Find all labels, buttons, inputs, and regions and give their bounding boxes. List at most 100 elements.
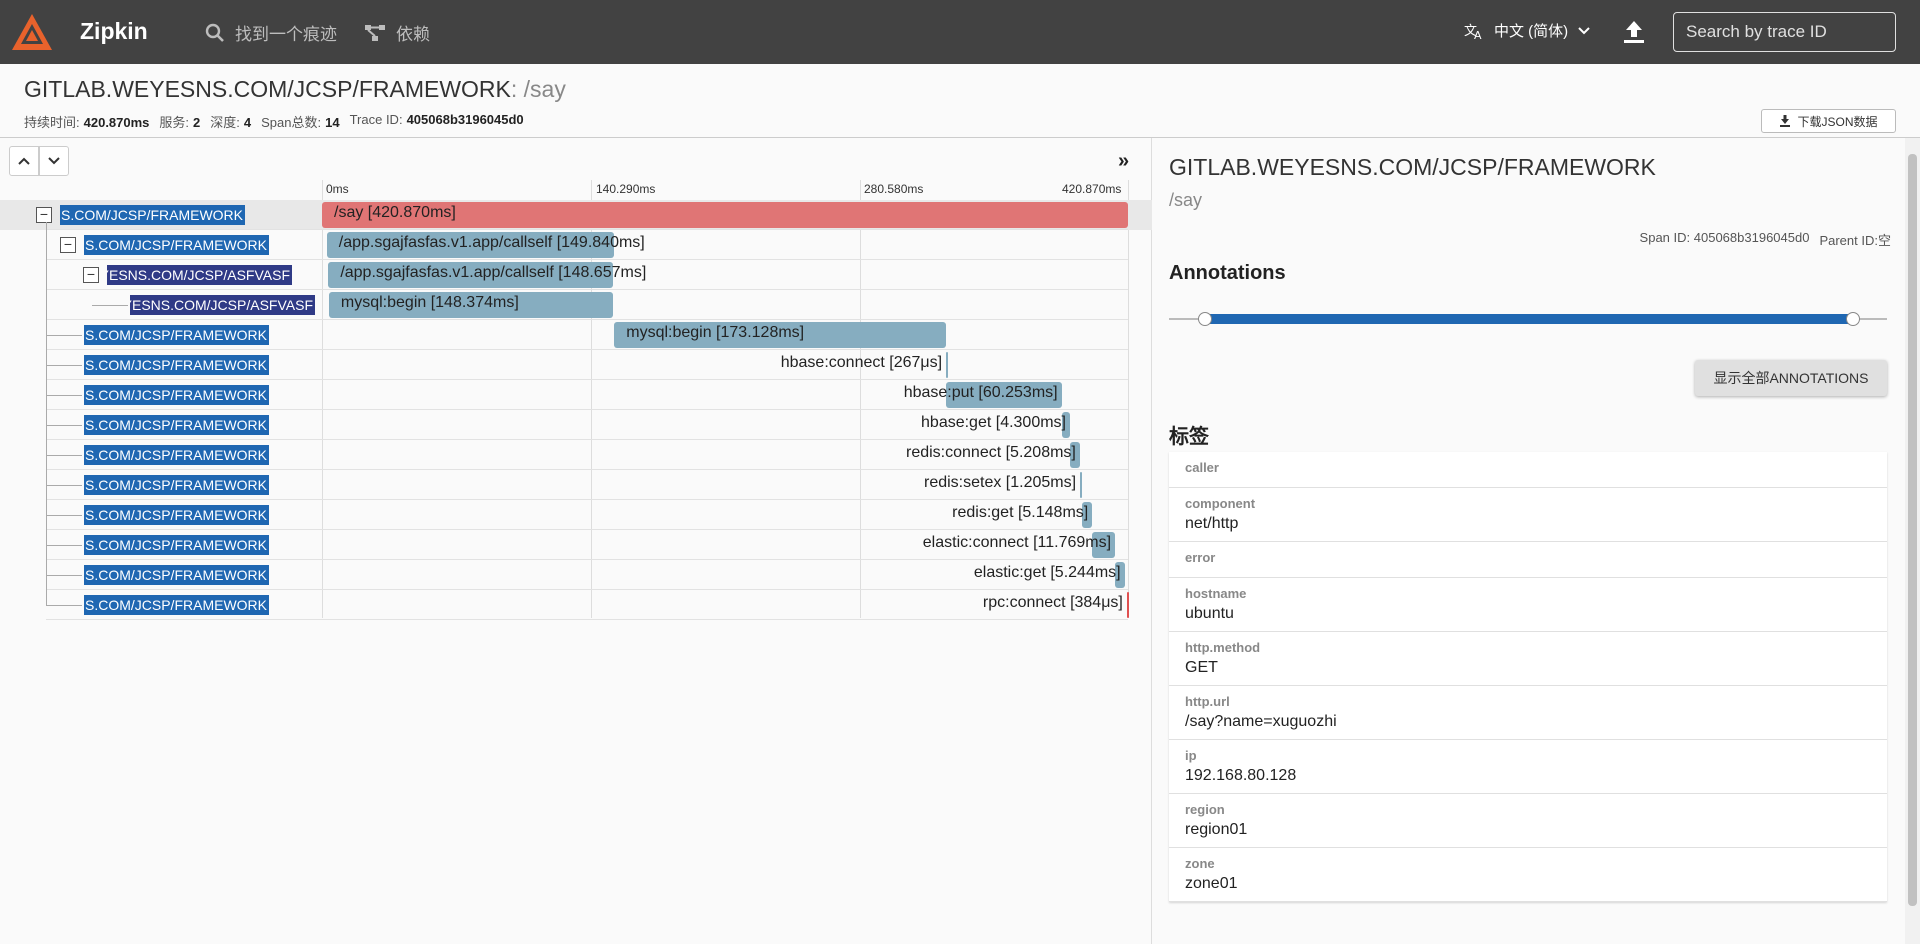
detail-operation-name: /say bbox=[1169, 190, 1203, 210]
nav-find-trace[interactable]: 找到一个痕迹 bbox=[205, 20, 337, 45]
tree-connector bbox=[46, 485, 82, 486]
span-row[interactable]: GITLAB.WEYESNS.COM/JCSP/FRAMEWORK hbase:g… bbox=[0, 410, 1152, 440]
span-name-label: redis:setex [1.205ms] bbox=[923, 474, 1077, 491]
tags-list: caller component net/http error hostname u… bbox=[1169, 452, 1887, 902]
span-service-label[interactable]: GITLAB.WEYESNS.COM/JCSP/FRAMEWORK bbox=[60, 205, 245, 225]
tag-value: 192.168.80.128 bbox=[1185, 767, 1297, 784]
stat-value: 4 bbox=[243, 115, 252, 130]
annotations-heading: Annotations bbox=[1169, 262, 1286, 284]
span-row[interactable]: −GITLAB.WEYESNS.COM/JCSP/FRAMEWORK/say [… bbox=[0, 200, 1152, 230]
stat-value: 420.870ms bbox=[83, 115, 150, 130]
span-row[interactable]: GITLAB.WEYESNS.COM/JCSP/FRAMEWORK hbase:p… bbox=[0, 380, 1152, 410]
span-service-label[interactable]: GITLAB.WEYESNS.COM/JCSP/FRAMEWORK bbox=[84, 565, 269, 585]
tag-value: region01 bbox=[1185, 821, 1248, 838]
span-row[interactable]: GITLAB.WEYESNS.COM/JCSP/FRAMEWORK rpc:con… bbox=[0, 590, 1152, 620]
tag-row: region region01 bbox=[1169, 794, 1887, 848]
language-selector[interactable]: 文A 中文 (简体) bbox=[1464, 20, 1590, 41]
nav-dependencies[interactable]: 依赖 bbox=[364, 20, 430, 45]
span-service-label[interactable]: GITLAB.WEYESNS.COM/JCSP/FRAMEWORK bbox=[84, 535, 269, 555]
search-icon bbox=[205, 23, 224, 42]
annotation-slider-end-handle[interactable] bbox=[1846, 312, 1860, 326]
tree-connector bbox=[46, 335, 82, 336]
span-id-value: 405068b3196045d0 bbox=[1693, 230, 1810, 245]
span-row[interactable]: −GITLAB.WEYESNS.COM/JCSP/FRAMEWORK/app.s… bbox=[0, 230, 1152, 260]
show-all-annotations-button[interactable]: 显示全部ANNOTATIONS bbox=[1695, 360, 1887, 396]
parent-id-value: 空 bbox=[1877, 233, 1891, 248]
tag-key: hostname bbox=[1185, 586, 1247, 601]
stat-value: 14 bbox=[325, 115, 340, 130]
tree-connector bbox=[46, 575, 82, 576]
span-service-label[interactable]: GITLAB.WEYESNS.COM/JCSP/FRAMEWORK bbox=[84, 505, 269, 525]
parent-id: Parent ID:空 bbox=[1819, 230, 1891, 249]
span-row[interactable]: GITLAB.WEYESNS.COM/JCSP/FRAMEWORK elastic… bbox=[0, 560, 1152, 590]
span-duration-bar[interactable] bbox=[1079, 472, 1083, 498]
span-detail-panel: GITLAB.WEYESNS.COM/JCSP/FRAMEWORK /say S… bbox=[1153, 138, 1905, 944]
tree-connector bbox=[46, 515, 82, 516]
collapse-toggle[interactable]: − bbox=[36, 207, 52, 223]
span-duration-bar[interactable] bbox=[1126, 592, 1129, 618]
double-chevron-right-icon: » bbox=[1118, 150, 1130, 172]
span-service-label[interactable]: GITLAB.WEYESNS.COM/JCSP/FRAMEWORK bbox=[84, 445, 269, 465]
tree-connector bbox=[46, 425, 82, 426]
span-service-label[interactable]: GITLAB.WEYESNS.COM/JCSP/FRAMEWORK bbox=[84, 475, 269, 495]
span-row[interactable]: GITLAB.WEYESNS.COM/JCSP/FRAMEWORK redis:c… bbox=[0, 440, 1152, 470]
tree-connector bbox=[46, 455, 82, 456]
span-name-label: /app.sgajfasfas.v1.app/callself [149.840… bbox=[338, 234, 645, 251]
tag-key: component bbox=[1185, 496, 1256, 511]
span-service-label[interactable]: GITLAB.WEYESNS.COM/JCSP/FRAMEWORK bbox=[84, 325, 269, 345]
tag-row: component net/http bbox=[1169, 488, 1887, 542]
stat-value: 405068b3196045d0 bbox=[406, 112, 524, 127]
tag-key: caller bbox=[1185, 460, 1219, 475]
span-duration-bar[interactable] bbox=[945, 352, 948, 378]
annotation-slider-range bbox=[1205, 314, 1853, 324]
download-json-button[interactable]: 下载JSON数据 bbox=[1761, 109, 1896, 133]
span-name-label: mysql:begin [173.128ms] bbox=[626, 324, 805, 341]
stat-label: 深度: bbox=[210, 115, 240, 130]
nav-find-label: 找到一个痕迹 bbox=[235, 25, 337, 44]
span-name-label: /app.sgajfasfas.v1.app/callself [148.657… bbox=[340, 264, 647, 281]
collapse-detail-button[interactable]: » bbox=[1118, 150, 1129, 173]
span-row[interactable]: GITLAB.WEYESNS.COM/JCSP/FRAMEWORK elastic… bbox=[0, 530, 1152, 560]
span-row[interactable]: GITLAB.WEYESNS.COM/JCSP/FRAMEWORK redis:g… bbox=[0, 500, 1152, 530]
tag-key: http.url bbox=[1185, 694, 1230, 709]
expand-up-button[interactable] bbox=[9, 146, 39, 176]
stat-label: 持续时间: bbox=[24, 115, 80, 130]
span-service-label[interactable]: GITLAB.WEYESNS.COM/JCSP/FRAMEWORK bbox=[84, 235, 269, 255]
span-id-label: Span ID: bbox=[1639, 230, 1691, 245]
span-row[interactable]: GITLAB.WEYESNS.COM/JCSP/FRAMEWORK mysql:b… bbox=[0, 320, 1152, 350]
zipkin-logo-icon[interactable] bbox=[10, 12, 54, 52]
span-service-label[interactable]: GITLAB.WEYESNS.COM/JCSP/ASFVASF bbox=[107, 265, 292, 285]
tick-label: 420.870ms bbox=[1062, 182, 1122, 196]
span-service-label[interactable]: GITLAB.WEYESNS.COM/JCSP/FRAMEWORK bbox=[84, 355, 269, 375]
span-name-label: elastic:connect [11.769ms] bbox=[922, 534, 1112, 551]
tree-connector bbox=[46, 605, 82, 606]
tree-connector bbox=[46, 545, 82, 546]
upload-icon[interactable] bbox=[1620, 18, 1648, 46]
span-service-label[interactable]: GITLAB.WEYESNS.COM/JCSP/FRAMEWORK bbox=[84, 415, 269, 435]
collapse-toggle[interactable]: − bbox=[60, 237, 76, 253]
expand-down-button[interactable] bbox=[39, 146, 69, 176]
collapse-toggle[interactable]: − bbox=[83, 267, 99, 283]
span-row[interactable]: GITLAB.WEYESNS.COM/JCSP/FRAMEWORK hbase:c… bbox=[0, 350, 1152, 380]
brand-name[interactable]: Zipkin bbox=[80, 18, 148, 45]
span-service-label[interactable]: GITLAB.WEYESNS.COM/JCSP/FRAMEWORK bbox=[84, 385, 269, 405]
stat-label: Span总数: bbox=[261, 115, 322, 130]
stat-value: 2 bbox=[193, 115, 201, 130]
top-app-bar: Zipkin 找到一个痕迹 依赖 文A 中文 (简体) bbox=[0, 0, 1920, 64]
parent-id-label: Parent ID: bbox=[1819, 233, 1878, 248]
annotation-slider-start-handle[interactable] bbox=[1198, 312, 1212, 326]
span-name-label: hbase:connect [267μs] bbox=[780, 354, 943, 371]
span-row[interactable]: −GITLAB.WEYESNS.COM/JCSP/ASFVASF/app.sga… bbox=[0, 260, 1152, 290]
detail-scrollbar[interactable] bbox=[1905, 138, 1920, 944]
trace-id-search-input[interactable] bbox=[1673, 12, 1896, 52]
language-label: 中文 (简体) bbox=[1494, 23, 1569, 40]
download-json-label: 下载JSON数据 bbox=[1797, 114, 1878, 129]
span-service-label[interactable]: GITLAB.WEYESNS.COM/JCSP/FRAMEWORK bbox=[84, 595, 269, 615]
trace-title: GITLAB.WEYESNS.COM/JCSP/FRAMEWORK: /say bbox=[24, 76, 566, 103]
scrollbar-thumb[interactable] bbox=[1908, 154, 1917, 906]
translate-icon: 文A bbox=[1464, 24, 1482, 40]
span-row[interactable]: GITLAB.WEYESNS.COM/JCSP/FRAMEWORK redis:s… bbox=[0, 470, 1152, 500]
span-row[interactable]: GITLAB.WEYESNS.COM/JCSP/ASFVASF mysql:beg… bbox=[0, 290, 1152, 320]
stat-span-count: Span总数: 14 bbox=[261, 112, 339, 131]
span-service-label[interactable]: GITLAB.WEYESNS.COM/JCSP/ASFVASF bbox=[130, 295, 315, 315]
